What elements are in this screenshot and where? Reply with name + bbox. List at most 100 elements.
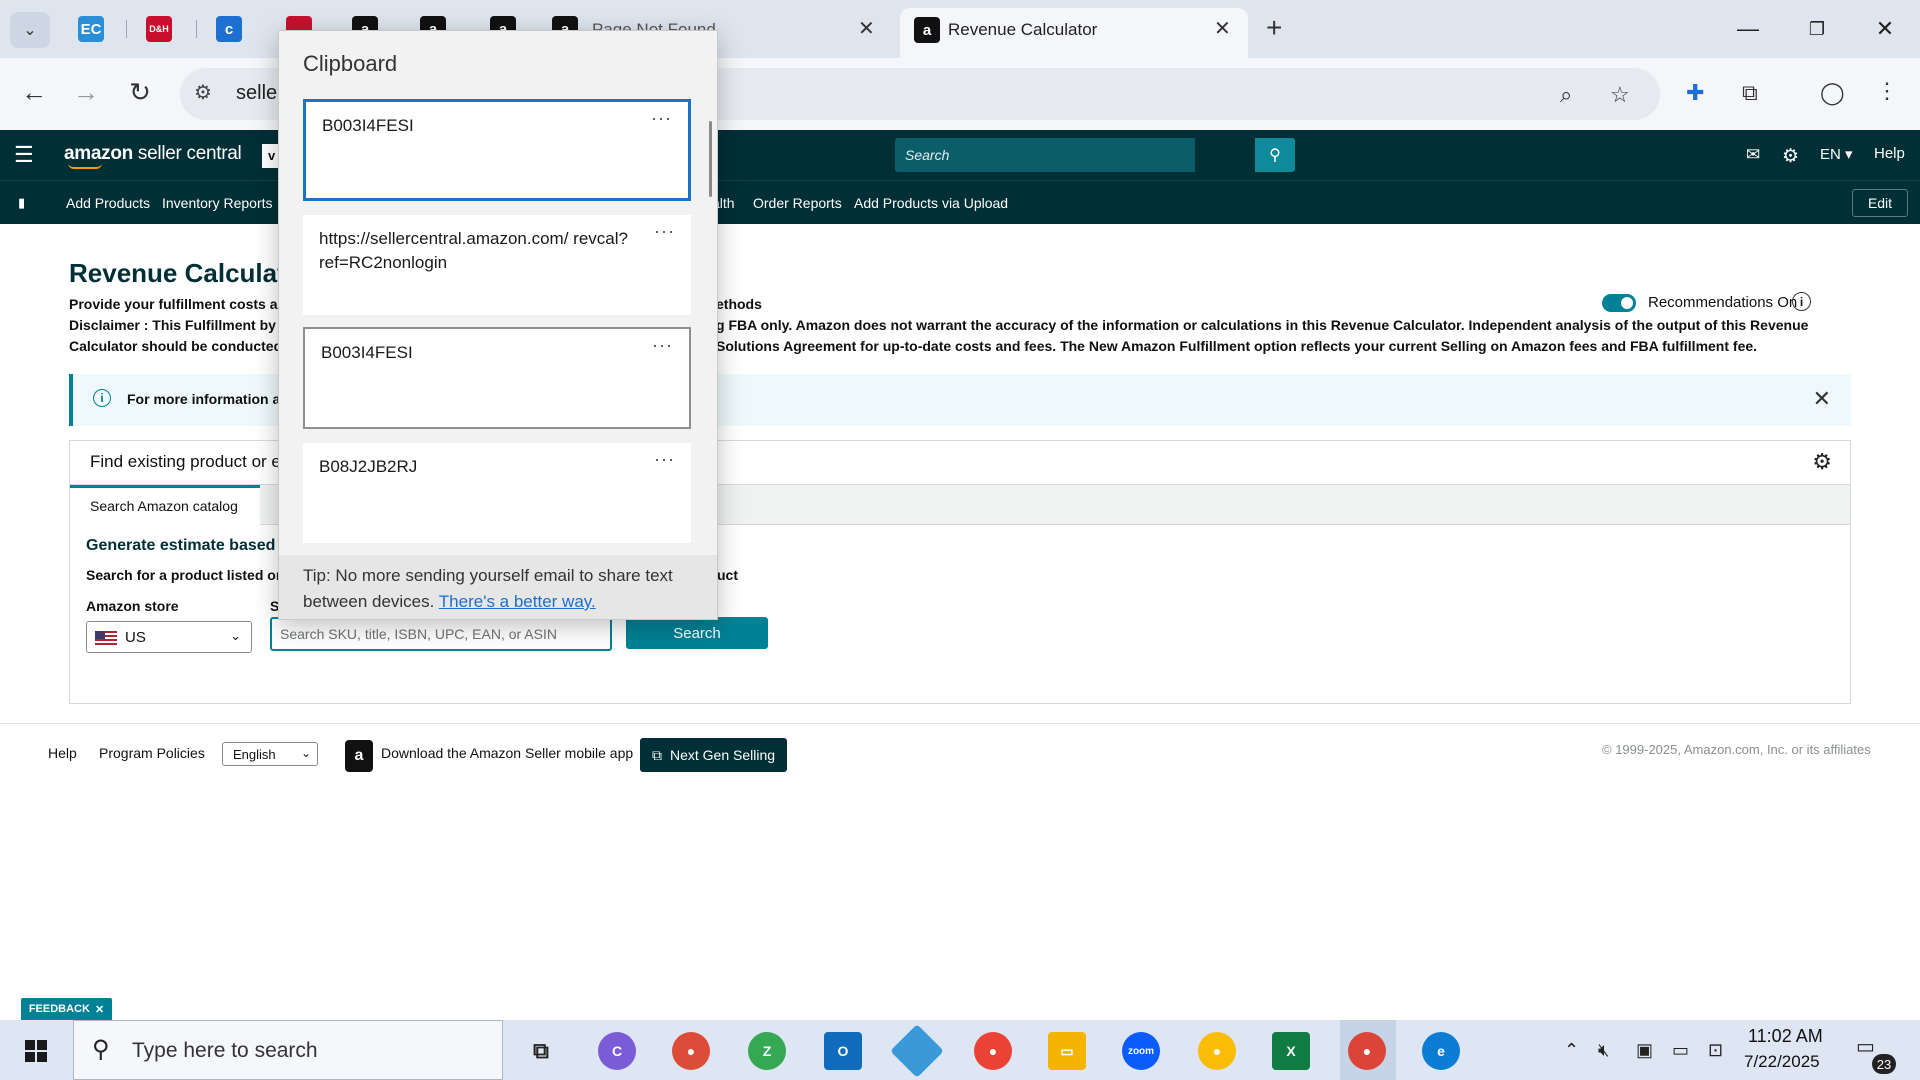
search-icon: ⚲ [1269, 147, 1281, 164]
header-search-button[interactable]: ⚲ [1255, 138, 1295, 172]
tab-favicon-blue[interactable]: c [216, 16, 242, 42]
close-window-icon[interactable]: ✕ [1862, 12, 1908, 46]
edit-nav-button[interactable]: Edit [1852, 189, 1908, 217]
clipboard-item[interactable]: https://sellercentral.amazon.com/ revcal… [303, 215, 691, 315]
close-icon[interactable]: ✕ [95, 1003, 104, 1016]
edge-icon[interactable]: e [1422, 1032, 1460, 1070]
more-options-icon[interactable]: ··· [654, 221, 675, 242]
clipboard-item[interactable]: B08J2JB2RJ ··· [303, 443, 691, 543]
start-logo-pane [37, 1040, 47, 1050]
tip-link[interactable]: There's a better way. [439, 592, 596, 611]
next-gen-selling-button[interactable]: ⧉ Next Gen Selling [640, 738, 787, 772]
chevron-down-icon: ⌄ [300, 746, 311, 760]
footer-help-link[interactable]: Help [48, 745, 77, 761]
footer-language-select[interactable]: English ⌄ [222, 742, 318, 766]
network-icon[interactable]: ⊡ [1708, 1040, 1723, 1061]
more-options-icon[interactable]: ··· [651, 108, 672, 129]
clipboard-item[interactable]: B003I4FESI ··· [303, 99, 691, 201]
taskbar-search-box[interactable]: ⚲ Type here to search [73, 1020, 503, 1080]
bookmark-star-icon[interactable]: ☆ [1610, 82, 1630, 108]
windows-taskbar: ⚲ Type here to search ⧉ C ● Z O ● ▭ zoom… [0, 1020, 1920, 1080]
help-link[interactable]: Help [1874, 145, 1905, 162]
volume-muted-icon[interactable]: 🔇︎ [1598, 1040, 1609, 1061]
chrome-profile-icon[interactable]: ● [974, 1032, 1012, 1070]
language-selector[interactable]: EN ▾ [1820, 145, 1853, 163]
clipboard-item[interactable]: B003I4FESI ··· [303, 327, 691, 429]
hamburger-menu-icon[interactable]: ☰ [14, 142, 34, 168]
feedback-button[interactable]: FEEDBACK ✕ [21, 998, 112, 1020]
clock-date[interactable]: 7/22/2025 [1744, 1052, 1820, 1072]
task-view-icon[interactable]: ⧉ [522, 1032, 560, 1070]
extensions-puzzle-icon[interactable]: ⧉ [1742, 80, 1758, 106]
meet-now-icon[interactable]: ▣ [1636, 1040, 1653, 1061]
info-banner-text: For more information a [127, 391, 281, 407]
tab-favicon-ec[interactable]: EC [78, 16, 104, 42]
more-options-icon[interactable]: ··· [654, 449, 675, 470]
tab-favicon-dh[interactable]: D&H [146, 16, 172, 42]
tab-revenue-calculator[interactable]: a Revenue Calculator ✕ [900, 8, 1248, 58]
logo-amazon-text: amazon [64, 143, 133, 164]
reload-icon[interactable]: ↻ [120, 72, 160, 112]
start-logo-pane [25, 1052, 35, 1062]
page-description-right: ethods [716, 296, 762, 312]
restore-icon[interactable]: ❐ [1794, 12, 1840, 46]
tray-overflow-icon[interactable]: ⌃ [1564, 1040, 1579, 1061]
chrome-profile-icon[interactable]: Z [748, 1032, 786, 1070]
close-banner-icon[interactable]: ✕ [1813, 386, 1831, 412]
amazon-store-select[interactable]: US ⌄ [86, 621, 252, 653]
file-explorer-icon[interactable]: ▭ [1048, 1032, 1086, 1070]
tab-close-icon[interactable]: ✕ [1214, 16, 1231, 41]
recommendations-toggle[interactable] [1602, 294, 1636, 312]
start-logo-pane [25, 1040, 35, 1050]
extension-icon[interactable]: ✚ [1686, 80, 1704, 106]
external-link-icon: ⧉ [651, 746, 662, 763]
nav-add-products[interactable]: Add Products [66, 195, 150, 211]
chrome-icon[interactable]: ● [1198, 1032, 1236, 1070]
browser-menu-icon[interactable]: ⋮ [1876, 78, 1898, 104]
more-options-icon[interactable]: ··· [652, 335, 673, 356]
copilot-icon[interactable]: C [598, 1032, 636, 1070]
new-tab-icon[interactable]: + [1266, 12, 1282, 44]
outlook-icon[interactable]: O [824, 1032, 862, 1070]
download-app-link[interactable]: Download the Amazon Seller mobile app [381, 745, 633, 761]
app-diamond-icon[interactable] [890, 1024, 944, 1078]
clipboard-scrollbar[interactable] [709, 121, 712, 197]
bookmark-icon[interactable]: ▮ [18, 195, 25, 211]
tab-search-amazon-catalog[interactable]: Search Amazon catalog [70, 485, 260, 525]
nav-inventory-reports[interactable]: Inventory Reports [162, 195, 273, 211]
footer-program-policies-link[interactable]: Program Policies [99, 745, 205, 761]
card-settings-gear-icon[interactable]: ⚙ [1812, 449, 1832, 475]
chrome-active-icon[interactable]: ● [1348, 1032, 1386, 1070]
chrome-icon[interactable]: ● [672, 1032, 710, 1070]
windows-start-icon[interactable] [14, 1034, 58, 1068]
seller-central-logo[interactable]: amazon seller central [64, 143, 242, 169]
header-search-input[interactable]: Search [895, 138, 1195, 172]
excel-icon[interactable]: X [1272, 1032, 1310, 1070]
settings-gear-icon[interactable]: ⚙ [1782, 145, 1799, 168]
start-logo-pane [37, 1052, 47, 1062]
header-search-placeholder: Search [905, 147, 950, 163]
mail-icon[interactable]: ✉ [1746, 145, 1760, 165]
tab-close-icon[interactable]: ✕ [858, 16, 875, 41]
site-info-icon[interactable]: ⚙ [194, 80, 212, 105]
store-value: US [125, 629, 146, 646]
nav-add-products-upload[interactable]: Add Products via Upload [854, 195, 1008, 211]
forward-icon[interactable]: → [66, 72, 106, 112]
amazon-app-icon[interactable]: a [345, 740, 373, 772]
zoom-icon[interactable]: zoom [1122, 1032, 1160, 1070]
tab-favicon-amazon: a [914, 17, 940, 43]
search-button[interactable]: Search [626, 617, 768, 649]
battery-icon[interactable]: ▭ [1672, 1040, 1689, 1061]
sku-search-input[interactable] [270, 617, 612, 651]
back-icon[interactable]: ← [14, 72, 54, 112]
profile-icon[interactable]: ◯ [1820, 80, 1845, 106]
tab-search-button[interactable]: ⌄ [10, 12, 50, 48]
footer-language-value: English [233, 747, 276, 762]
nav-order-reports[interactable]: Order Reports [753, 195, 842, 211]
minimize-icon[interactable]: — [1725, 12, 1771, 46]
zoom-icon[interactable]: ⌕ [1560, 82, 1572, 108]
clock-time[interactable]: 11:02 AM [1748, 1026, 1823, 1047]
url-text[interactable]: seller [236, 82, 284, 105]
info-icon[interactable]: i [1792, 292, 1811, 311]
clipboard-title: Clipboard [303, 51, 398, 76]
